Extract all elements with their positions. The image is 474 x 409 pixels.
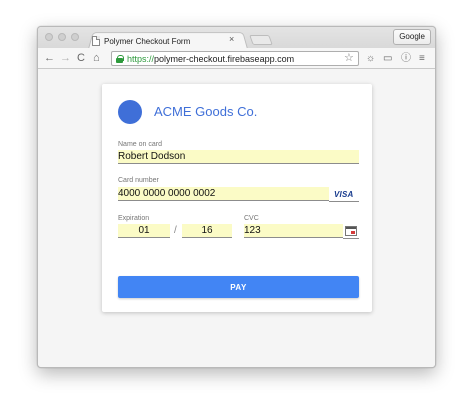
visa-icon: VISA [334,190,354,199]
cast-icon[interactable]: ▭ [383,52,392,65]
pay-button[interactable]: PAY [118,276,359,298]
document-icon [92,36,100,46]
cvc-label: CVC [244,215,259,222]
company-logo [118,100,142,124]
company-name: ACME Goods Co. [154,104,258,119]
url-scheme: https:// [127,53,155,64]
url-host: polymer-checkout.firebaseapp.com [154,53,295,64]
profile-button[interactable]: Google [393,29,431,45]
bookmark-star-icon[interactable]: ☆ [344,52,354,65]
expiration-separator: / [174,225,177,236]
zoom-window-icon[interactable] [71,33,79,41]
expiration-label: Expiration [118,215,150,222]
browser-window: Polymer Checkout Form × Google ← → C ⌂ h… [37,26,436,368]
card-number-input[interactable]: 4000 0000 0000 0002 [118,187,329,201]
cvc-input[interactable]: 123 [244,224,343,238]
name-on-card-input[interactable]: Robert Dodson [118,150,359,164]
browser-toolbar: ← → C ⌂ https:// polymer-checkout.fireba… [38,48,435,69]
expiration-year-input[interactable]: 16 [182,224,232,238]
expiration-month-input[interactable]: 01 [118,224,170,238]
extension-icon[interactable]: ☼ [366,52,375,65]
back-icon[interactable]: ← [44,51,55,65]
address-bar[interactable]: https:// polymer-checkout.firebaseapp.co… [111,51,359,66]
cvc-card-icon [345,226,357,236]
close-window-icon[interactable] [45,33,53,41]
forward-icon[interactable]: → [60,51,71,65]
tab-label-group: Polymer Checkout Form [92,34,190,48]
name-on-card-label: Name on card [118,141,162,148]
info-icon[interactable]: ⓘ [401,52,411,65]
home-icon[interactable]: ⌂ [93,51,100,65]
page-viewport: ACME Goods Co. Name on card Robert Dodso… [38,70,435,367]
menu-icon[interactable]: ≡ [419,52,425,65]
new-tab-button[interactable] [249,35,273,45]
tab-bar: Polymer Checkout Form × Google [38,27,435,49]
checkout-card: ACME Goods Co. Name on card Robert Dodso… [102,84,372,312]
minimize-window-icon[interactable] [58,33,66,41]
tab-title: Polymer Checkout Form [104,36,191,46]
reload-icon[interactable]: C [77,51,85,65]
card-number-label: Card number [118,177,159,184]
lock-icon [116,54,124,63]
tab-close-icon[interactable]: × [229,34,234,44]
